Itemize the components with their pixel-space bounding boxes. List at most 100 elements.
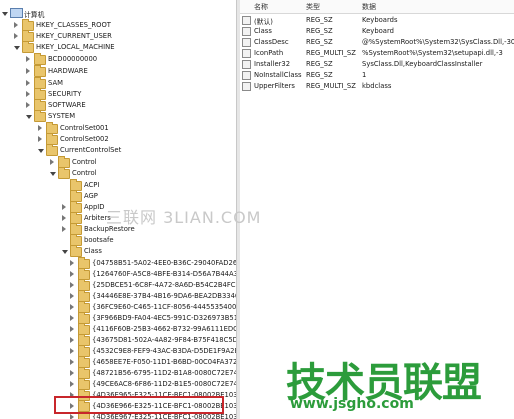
folder-icon [22, 41, 34, 53]
expand-arrow-icon[interactable] [62, 215, 66, 221]
value-name: NoInstallClass [254, 71, 302, 79]
expand-arrow-icon[interactable] [26, 91, 30, 97]
expand-arrow-icon[interactable] [70, 260, 74, 266]
folder-icon [34, 110, 46, 122]
value-data: Keyboard [362, 27, 394, 35]
tree-node-label: {36FC9E60-C465-11CF-8056-444553540000} [92, 303, 236, 311]
expand-arrow-icon[interactable] [70, 337, 74, 343]
expand-arrow-icon[interactable] [26, 68, 30, 74]
expand-arrow-icon[interactable] [70, 315, 74, 321]
watermark-brand-url: www.jsgho.com [290, 396, 414, 412]
tree-node-label: {25DBCE51-6C8F-4A72-8A6D-B54C2B4FC835} [92, 281, 236, 289]
tree-node-label: {34446E8E-37B4-4B16-9DA6-BEA2DB33465A} [92, 292, 236, 300]
watermark-center: 三联网 3LIAN.COM [106, 208, 262, 227]
tree-node-label: AppID [84, 203, 105, 211]
column-header-name[interactable]: 名称 [254, 2, 268, 12]
expand-arrow-icon[interactable] [26, 80, 30, 86]
expand-arrow-icon[interactable] [62, 204, 66, 210]
tree-node-label: Control [72, 158, 97, 166]
tree-node-label: SAM [48, 79, 63, 87]
folder-icon [70, 245, 82, 257]
values-header: 名称 类型 数据 [240, 0, 514, 14]
tree-node-label: {1264760F-A5C8-4BFE-B314-D56A7B44A362} [92, 270, 236, 278]
expand-arrow-icon[interactable] [62, 250, 68, 254]
expand-arrow-icon[interactable] [26, 115, 32, 119]
value-type: REG_SZ [306, 60, 333, 68]
expand-arrow-icon[interactable] [38, 125, 42, 131]
expand-arrow-icon[interactable] [70, 293, 74, 299]
folder-icon [58, 167, 70, 179]
expand-arrow-icon[interactable] [70, 370, 74, 376]
string-value-icon [242, 38, 251, 47]
computer-icon [10, 8, 23, 18]
expand-arrow-icon[interactable] [14, 22, 18, 28]
tree-node-label: BCD00000000 [48, 55, 98, 63]
expand-arrow-icon[interactable] [70, 414, 74, 419]
expand-arrow-icon[interactable] [62, 226, 66, 232]
value-name: ClassDesc [254, 38, 289, 46]
expand-arrow-icon[interactable] [70, 271, 74, 277]
value-name: Installer32 [254, 60, 291, 68]
value-type: REG_MULTI_SZ [306, 49, 356, 57]
expand-arrow-icon[interactable] [2, 12, 8, 16]
tree-node-label: {4116F60B-25B3-4662-B732-99A6111EDC0B} [92, 325, 236, 333]
value-name: IconPath [254, 49, 284, 57]
expand-arrow-icon[interactable] [70, 359, 74, 365]
value-row[interactable]: IconPath REG_MULTI_SZ %SystemRoot%\System3… [240, 48, 514, 59]
value-name: UpperFilters [254, 82, 295, 90]
column-header-type[interactable]: 类型 [306, 2, 320, 12]
expand-arrow-icon[interactable] [70, 326, 74, 332]
expand-arrow-icon[interactable] [50, 172, 56, 176]
string-value-icon [242, 82, 251, 91]
string-value-icon [242, 27, 251, 36]
tree-node-label: SOFTWARE [48, 101, 86, 109]
expand-arrow-icon[interactable] [38, 149, 44, 153]
value-data: Keyboards [362, 16, 398, 24]
tree-node-label: ACPI [84, 181, 100, 189]
column-header-data[interactable]: 数据 [362, 2, 376, 12]
tree-node-label: bootsafe [84, 236, 114, 244]
value-type: REG_SZ [306, 16, 333, 24]
tree-node-label: CurrentControlSet [60, 146, 122, 154]
value-type: REG_MULTI_SZ [306, 82, 356, 90]
value-type: REG_SZ [306, 38, 333, 46]
tree-node-label: Class [84, 247, 102, 255]
value-data: @%SystemRoot%\System32\SysClass.Dll,-300… [362, 38, 514, 46]
value-row[interactable]: UpperFilters REG_MULTI_SZ kbdclass [240, 81, 514, 92]
folder-icon [34, 65, 46, 77]
expand-arrow-icon[interactable] [14, 46, 20, 50]
tree-node-label: ControlSet001 [60, 124, 109, 132]
tree-node-label: SYSTEM [48, 112, 76, 120]
registry-editor: 计算机 HKEY_CLASSES_ROOT HKEY_CURRENT_USER … [0, 0, 514, 419]
expand-arrow-icon[interactable] [70, 348, 74, 354]
value-type: REG_SZ [306, 71, 333, 79]
expand-arrow-icon[interactable] [26, 102, 30, 108]
expand-arrow-icon[interactable] [70, 282, 74, 288]
string-value-icon [242, 60, 251, 69]
value-data: %SystemRoot%\System32\setupapi.dll,-3 [362, 49, 503, 57]
tree-node-label: {48721B56-6795-11D2-B1A8-0080C72E74A2} [92, 369, 236, 377]
tree-node-label: HARDWARE [48, 67, 88, 75]
value-row[interactable]: NoInstallClass REG_SZ 1 [240, 70, 514, 81]
value-row[interactable]: Class REG_SZ Keyboard [240, 26, 514, 37]
expand-arrow-icon[interactable] [14, 33, 18, 39]
expand-arrow-icon[interactable] [50, 159, 54, 165]
value-name: (默认) [254, 18, 273, 26]
expand-arrow-icon[interactable] [38, 136, 42, 142]
tree-node-label: SECURITY [48, 90, 82, 98]
value-type: REG_SZ [306, 27, 333, 35]
tree-node-label: {04758B51-5A02-4EE0-B36C-29040FAD2650} [92, 259, 236, 267]
expand-arrow-icon[interactable] [70, 304, 74, 310]
string-value-icon [242, 16, 251, 25]
value-row[interactable]: Installer32 REG_SZ SysClass.Dll,KeyboardCl… [240, 59, 514, 70]
expand-arrow-icon[interactable] [70, 381, 74, 387]
tree-node-label: {43675D81-502A-4A82-9F84-B75F418C5DEA} [92, 336, 236, 344]
string-value-icon [242, 71, 251, 80]
value-data: kbdclass [362, 82, 392, 90]
tree-node-label: HKEY_LOCAL_MACHINE [36, 43, 115, 51]
expand-arrow-icon[interactable] [26, 56, 30, 62]
tree-node-label: 计算机 [24, 11, 45, 19]
value-row[interactable]: ClassDesc REG_SZ @%SystemRoot%\System32\Sy… [240, 37, 514, 48]
value-row[interactable]: (默认) REG_SZ Keyboards [240, 15, 514, 26]
string-value-icon [242, 49, 251, 58]
